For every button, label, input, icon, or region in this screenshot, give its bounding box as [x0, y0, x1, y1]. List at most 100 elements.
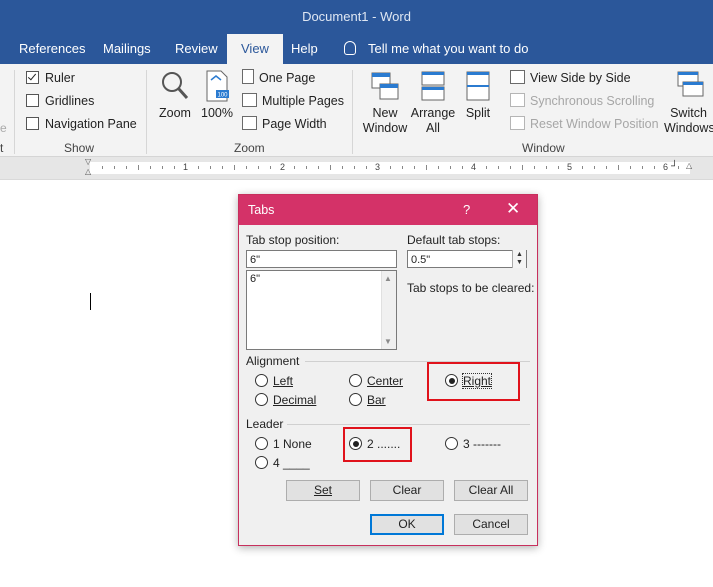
- tab-stop-position-input[interactable]: 6": [246, 250, 397, 268]
- ruler-tick: [414, 166, 415, 169]
- split-icon: [466, 71, 490, 101]
- page-100-icon: 100: [206, 70, 229, 102]
- reset-position-icon: [510, 116, 525, 130]
- tab-help[interactable]: Help: [280, 34, 329, 64]
- view-side-by-side-button[interactable]: View Side by Side: [510, 69, 631, 87]
- ruler-tick: [642, 166, 643, 169]
- scroll-down-icon[interactable]: ▼: [384, 337, 392, 346]
- ok-button[interactable]: OK: [370, 514, 444, 535]
- clear-button[interactable]: Clear: [370, 480, 444, 501]
- navigation-pane-checkbox[interactable]: Navigation Pane: [26, 115, 137, 133]
- navigation-pane-label: Navigation Pane: [45, 117, 137, 131]
- zoom-button[interactable]: Zoom: [156, 70, 194, 121]
- ruler-tick: [138, 165, 139, 170]
- ruler-tick: [234, 165, 235, 170]
- partial-left-item: e: [0, 121, 7, 135]
- close-icon[interactable]: ✕: [506, 199, 520, 219]
- ruler-number: 3: [375, 162, 381, 172]
- ruler-number: 5: [567, 162, 573, 172]
- ruler-tick: [354, 166, 355, 169]
- list-item[interactable]: 6": [250, 273, 260, 285]
- new-window-button[interactable]: New Window: [360, 70, 410, 136]
- default-tab-stops-spinner[interactable]: ▲ ▼: [512, 250, 526, 268]
- reset-window-position-label: Reset Window Position: [530, 117, 659, 131]
- ruler-tick: [438, 166, 439, 169]
- zoom-100-button[interactable]: 100 100%: [200, 70, 234, 121]
- default-tab-stops-input[interactable]: 0.5": [407, 250, 527, 268]
- ruler-tick: [450, 166, 451, 169]
- page-width-button[interactable]: Page Width: [242, 115, 327, 133]
- zoom-group-label: Zoom: [234, 141, 265, 155]
- ruler-tick: [270, 166, 271, 169]
- tab-review[interactable]: Review: [164, 34, 229, 64]
- partial-left-group-label: t: [0, 141, 4, 155]
- leader-none-radio[interactable]: 1 None: [255, 436, 312, 452]
- ruler-tick: [246, 166, 247, 169]
- list-scrollbar[interactable]: ▲ ▼: [381, 271, 396, 349]
- window-group-label: Window: [522, 141, 565, 155]
- tell-me-text: Tell me what you want to do: [368, 41, 529, 56]
- first-line-indent-marker-icon[interactable]: ▽: [85, 157, 91, 166]
- arrange-all-button[interactable]: Arrange All: [410, 70, 456, 136]
- zoom-label: Zoom: [159, 106, 191, 120]
- gridlines-checkbox[interactable]: Gridlines: [26, 92, 94, 110]
- help-button[interactable]: ?: [463, 202, 470, 217]
- ruler-tick: [306, 166, 307, 169]
- alignment-center-radio[interactable]: Center: [349, 373, 403, 389]
- leader-dashes-radio[interactable]: 3 -------: [445, 436, 501, 452]
- ruler-tick: [330, 165, 331, 170]
- spin-up-icon[interactable]: ▲: [516, 251, 523, 258]
- radio-icon: [349, 393, 362, 406]
- switch-windows-button[interactable]: Switch Windows: [664, 70, 713, 136]
- tab-view[interactable]: View: [227, 34, 283, 64]
- horizontal-ruler[interactable]: ▽ △ 1 2 3 4 5 6 ┘ △: [0, 157, 713, 179]
- tab-references[interactable]: References: [8, 34, 96, 64]
- one-page-button[interactable]: One Page: [242, 69, 315, 87]
- ruler-tick: [102, 166, 103, 169]
- ruler-tick: [390, 166, 391, 169]
- checkbox-icon: [26, 94, 39, 107]
- tell-me-search[interactable]: Tell me what you want to do: [344, 34, 528, 64]
- ruler-tick: [618, 165, 619, 170]
- alignment-left-radio[interactable]: Left: [255, 373, 293, 389]
- alignment-decimal-radio[interactable]: Decimal: [255, 392, 316, 408]
- cancel-button[interactable]: Cancel: [454, 514, 528, 535]
- new-window-icon: [371, 72, 399, 100]
- leader-line-radio[interactable]: 4 ____: [255, 455, 310, 471]
- view-side-by-side-label: View Side by Side: [530, 71, 631, 85]
- ruler-checkbox[interactable]: Ruler: [26, 69, 75, 87]
- right-indent-marker-icon[interactable]: △: [686, 161, 692, 170]
- dialog-title-bar: Tabs ? ✕: [239, 195, 537, 225]
- scroll-up-icon[interactable]: ▲: [384, 274, 392, 283]
- ruler-tick: [150, 166, 151, 169]
- tab-mailings[interactable]: Mailings: [92, 34, 162, 64]
- radio-icon: [255, 456, 268, 469]
- ok-button-label: OK: [398, 517, 416, 531]
- multiple-pages-button[interactable]: Multiple Pages: [242, 92, 344, 110]
- arrange-all-label-1: Arrange: [410, 106, 456, 120]
- ruler-tick: [654, 166, 655, 169]
- ruler-tick: [498, 166, 499, 169]
- ribbon-tabs: References Mailings Review View Help Tel…: [0, 34, 713, 64]
- hanging-indent-marker-icon[interactable]: △: [85, 167, 91, 176]
- side-by-side-icon: [510, 70, 525, 84]
- synchronous-scrolling-button[interactable]: Synchronous Scrolling: [510, 92, 654, 110]
- cancel-button-label: Cancel: [472, 517, 510, 531]
- alignment-bar-radio[interactable]: Bar: [349, 392, 386, 408]
- ruler-number: 1: [183, 162, 189, 172]
- ruler-tick: [366, 166, 367, 169]
- split-button[interactable]: Split: [460, 70, 496, 121]
- radio-icon: [445, 437, 458, 450]
- set-button[interactable]: Set: [286, 480, 360, 501]
- switch-windows-label-1: Switch: [670, 106, 707, 120]
- radio-icon: [255, 393, 268, 406]
- alignment-decimal-label: Decimal: [273, 393, 317, 407]
- clear-all-button[interactable]: Clear All: [454, 480, 528, 501]
- gridlines-label: Gridlines: [45, 94, 95, 108]
- reset-window-position-button[interactable]: Reset Window Position: [510, 115, 659, 133]
- spin-down-icon[interactable]: ▼: [516, 259, 523, 266]
- tab-stop-list[interactable]: 6" ▲ ▼: [246, 270, 397, 350]
- radio-icon: [255, 437, 268, 450]
- page-width-label: Page Width: [262, 117, 327, 131]
- default-tab-stops-label: Default tab stops:: [407, 233, 501, 247]
